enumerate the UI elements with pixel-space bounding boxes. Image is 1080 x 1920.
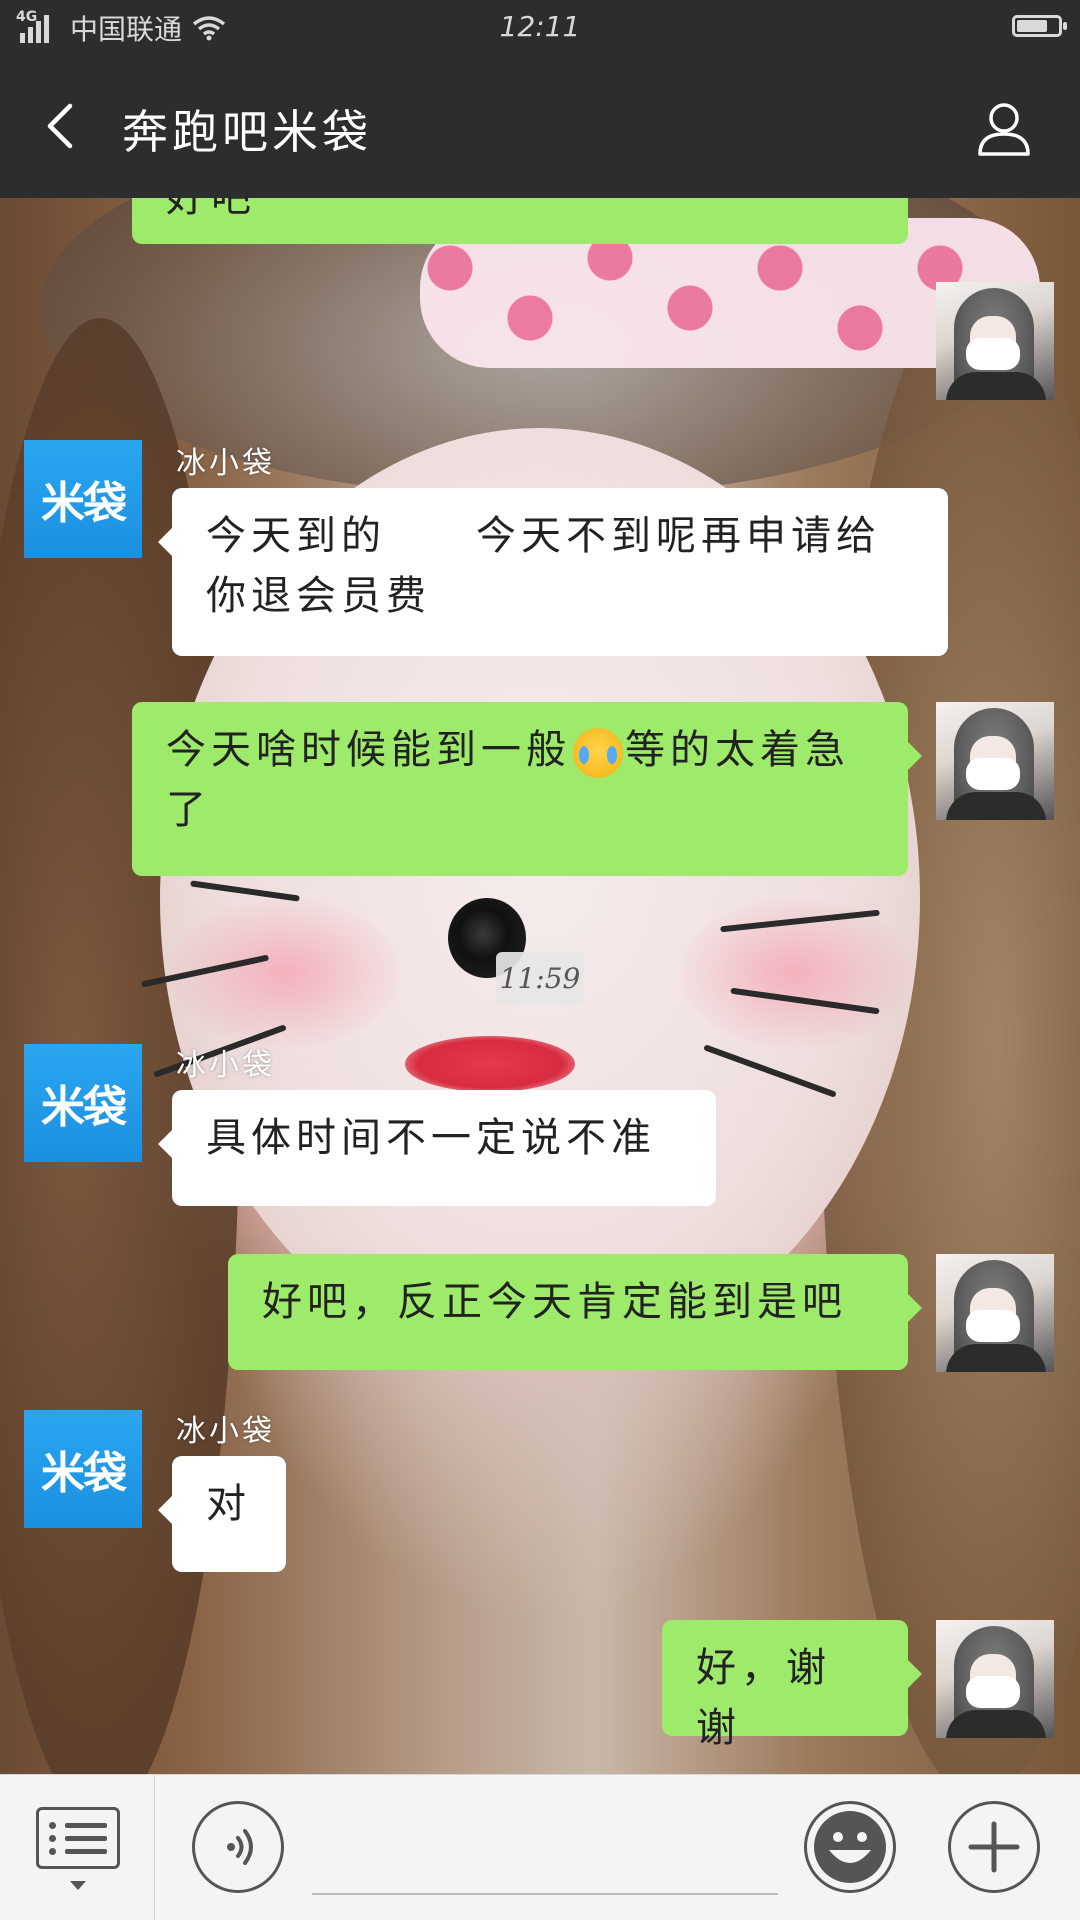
message-timestamp: 11:59	[496, 952, 584, 1004]
message-bubble-received[interactable]: 具体时间不一定说不准	[158, 1090, 716, 1206]
message-text-part1: 今天啥时候能到一般	[166, 727, 571, 773]
message-text: 好吧	[166, 198, 256, 221]
message-bubble-sent[interactable]: 好吧	[132, 198, 908, 244]
message-bubble-received[interactable]: 今天到的 今天不到呢再申请给你退会员费	[158, 488, 948, 656]
voice-icon[interactable]	[192, 1801, 284, 1893]
message-bubble-sent[interactable]: 今天啥时候能到一般 等的太着急了	[132, 702, 922, 876]
avatar-me[interactable]	[936, 1254, 1054, 1372]
chat-title: 奔跑吧米袋	[122, 105, 372, 159]
plus-icon[interactable]	[948, 1801, 1040, 1893]
chat-area[interactable]: 好吧 米袋 冰小袋 今天到的 今天不到呢再申请给你退会员费 今天啥时候能到一般等…	[0, 198, 1080, 1774]
person-icon[interactable]	[974, 98, 1034, 158]
battery-level	[1017, 20, 1047, 32]
avatar-mi-dai[interactable]: 米袋	[24, 1410, 142, 1528]
title-bar: 奔跑吧米袋	[0, 54, 1080, 198]
message-text: 好，谢谢	[696, 1645, 831, 1751]
status-bar: 4G 中国联通 12:11	[0, 0, 1080, 54]
avatar-mi-dai[interactable]: 米袋	[24, 440, 142, 558]
battery-icon	[1012, 15, 1067, 37]
avatar-me[interactable]	[936, 1620, 1054, 1738]
status-time: 12:11	[499, 10, 581, 43]
message-input[interactable]	[312, 1893, 778, 1895]
back-icon[interactable]	[30, 94, 94, 158]
message-text: 今天到的 今天不到呢再申请给你退会员费	[206, 513, 881, 619]
sender-name: 冰小袋	[176, 446, 275, 481]
avatar-me[interactable]	[936, 282, 1054, 400]
message-bubble-received[interactable]: 对	[158, 1456, 286, 1572]
input-bar	[0, 1774, 1080, 1920]
caret-down-icon	[70, 1881, 86, 1890]
sender-name: 冰小袋	[176, 1048, 275, 1083]
avatar-me[interactable]	[936, 702, 1054, 820]
message-text: 具体时间不一定说不准	[206, 1115, 656, 1161]
sender-name: 冰小袋	[176, 1414, 275, 1449]
avatar-mi-dai[interactable]: 米袋	[24, 1044, 142, 1162]
divider	[154, 1775, 155, 1920]
smiley-icon[interactable]	[804, 1801, 896, 1893]
background-mouth	[405, 1036, 575, 1092]
message-bubble-sent[interactable]: 好，谢谢	[662, 1620, 922, 1751]
message-text: 好吧，反正今天肯定能到是吧	[262, 1279, 847, 1325]
list-menu-icon[interactable]	[36, 1807, 120, 1869]
message-text: 对	[206, 1481, 251, 1527]
message-bubble-sent[interactable]: 好吧，反正今天肯定能到是吧	[228, 1254, 922, 1370]
crying-emoji-icon	[573, 728, 623, 778]
